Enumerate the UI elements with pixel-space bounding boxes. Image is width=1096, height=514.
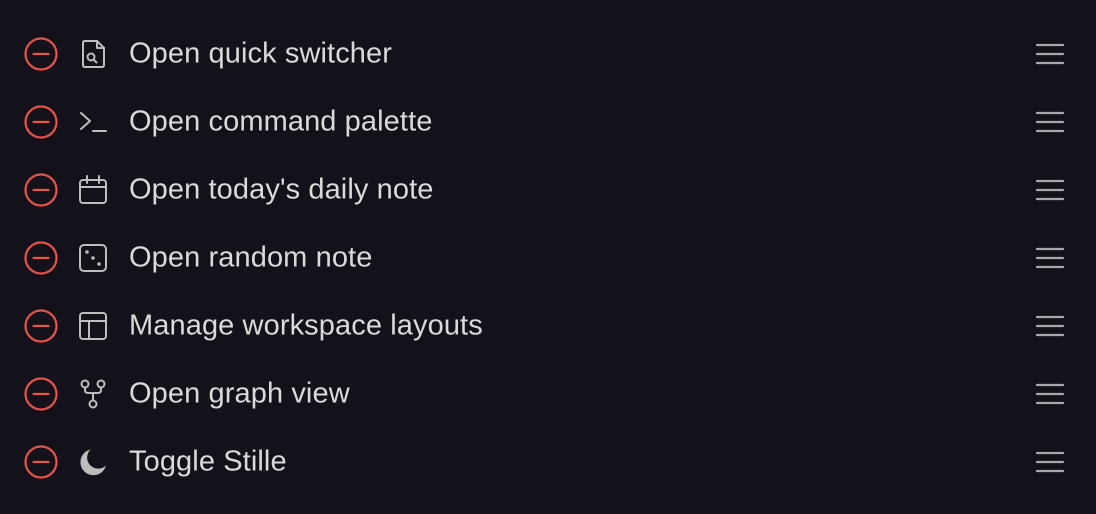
remove-item-button[interactable] — [24, 309, 58, 343]
drag-handle[interactable] — [1031, 310, 1069, 342]
drag-handle[interactable] — [1031, 242, 1069, 274]
list-item: Open random note — [0, 224, 1096, 292]
remove-item-button[interactable] — [24, 445, 58, 479]
list-item: Open today's daily note — [0, 156, 1096, 224]
menu-icon — [1035, 247, 1065, 269]
item-label: Open quick switcher — [129, 37, 393, 70]
file-search-icon — [77, 38, 109, 70]
drag-handle[interactable] — [1031, 174, 1069, 206]
drag-handle[interactable] — [1031, 378, 1069, 410]
menu-icon — [1035, 315, 1065, 337]
list-item: Open command palette — [0, 88, 1096, 156]
drag-handle[interactable] — [1031, 106, 1069, 138]
menu-icon — [1035, 451, 1065, 473]
item-label: Toggle Stille — [129, 445, 287, 478]
calendar-icon — [77, 174, 109, 206]
list-item: Open quick switcher — [0, 20, 1096, 88]
item-label: Open command palette — [129, 105, 433, 138]
item-label: Open today's daily note — [129, 173, 434, 206]
menu-icon — [1035, 179, 1065, 201]
item-label: Open random note — [129, 241, 373, 274]
drag-handle[interactable] — [1031, 38, 1069, 70]
remove-item-button[interactable] — [24, 37, 58, 71]
drag-handle[interactable] — [1031, 446, 1069, 478]
moon-icon — [77, 446, 109, 478]
menu-icon — [1035, 43, 1065, 65]
remove-item-button[interactable] — [24, 105, 58, 139]
git-fork-icon — [77, 378, 109, 410]
list-item: Manage workspace layouts — [0, 292, 1096, 360]
menu-icon — [1035, 111, 1065, 133]
minus-circle-icon — [24, 105, 58, 139]
remove-item-button[interactable] — [24, 241, 58, 275]
minus-circle-icon — [24, 241, 58, 275]
layout-icon — [77, 310, 109, 342]
minus-circle-icon — [24, 445, 58, 479]
ribbon-items-list: Open quick switcher Open command palette — [0, 0, 1096, 514]
terminal-icon — [77, 106, 109, 138]
dice-icon — [77, 242, 109, 274]
menu-icon — [1035, 383, 1065, 405]
remove-item-button[interactable] — [24, 377, 58, 411]
minus-circle-icon — [24, 173, 58, 207]
item-label: Manage workspace layouts — [129, 309, 483, 342]
remove-item-button[interactable] — [24, 173, 58, 207]
minus-circle-icon — [24, 37, 58, 71]
list-item: Toggle Stille — [0, 428, 1096, 496]
list-item: Open graph view — [0, 360, 1096, 428]
minus-circle-icon — [24, 377, 58, 411]
minus-circle-icon — [24, 309, 58, 343]
item-label: Open graph view — [129, 377, 350, 410]
